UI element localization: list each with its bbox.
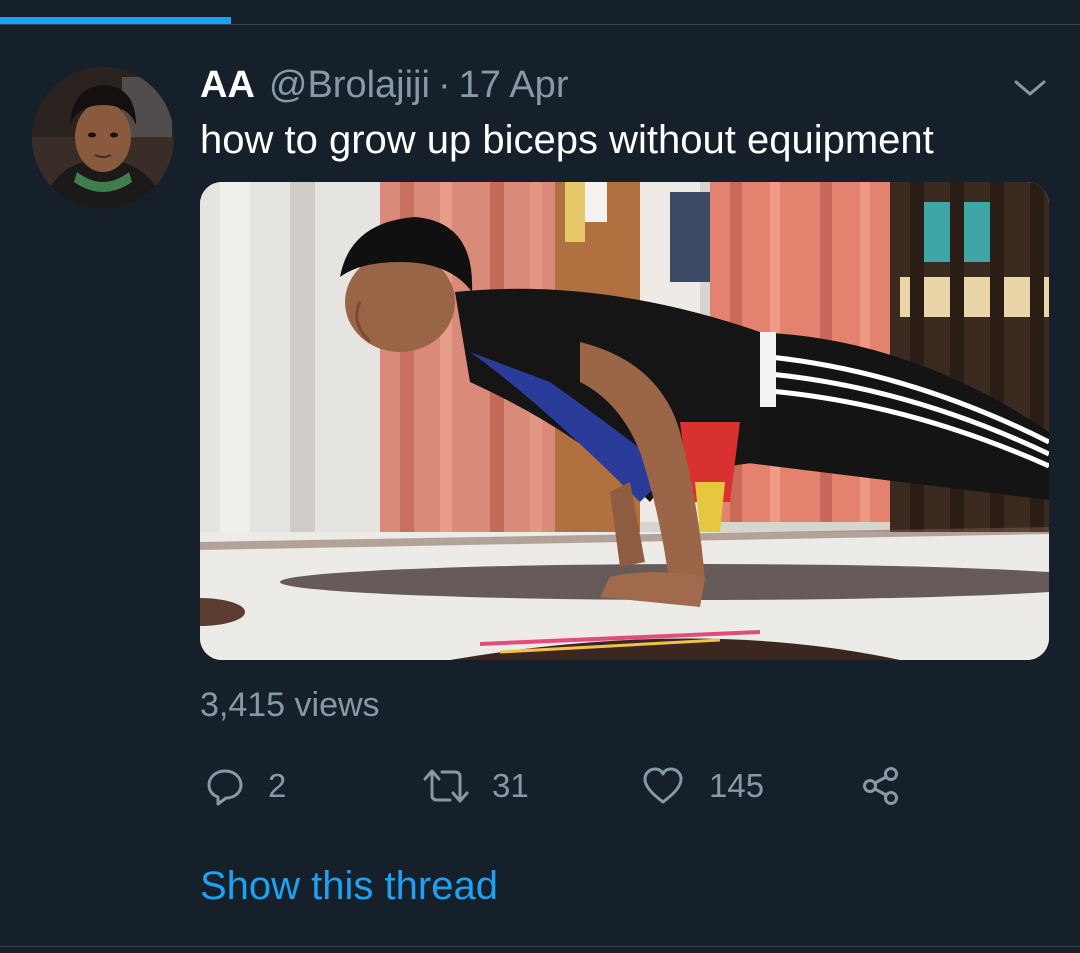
user-handle[interactable]: @Brolajiji xyxy=(269,64,430,107)
view-count: 3,415 views xyxy=(200,686,380,724)
tweet-header: AA @Brolajiji · 17 Apr xyxy=(200,64,568,114)
avatar-image xyxy=(32,67,174,209)
display-name[interactable]: AA xyxy=(200,64,255,107)
tweet[interactable]: AA @Brolajiji · 17 Apr how to grow up bi… xyxy=(0,36,1080,946)
retweet-button[interactable]: 31 xyxy=(422,758,529,814)
reply-button[interactable]: 2 xyxy=(204,758,286,814)
separator-dot: · xyxy=(437,64,451,106)
tweet-text: how to grow up biceps without equipment xyxy=(200,118,934,162)
tweet-actions: 2 31 145 xyxy=(200,758,1060,818)
bottom-divider xyxy=(0,946,1080,947)
tweet-video[interactable] xyxy=(200,182,1049,660)
top-divider xyxy=(0,24,1080,25)
heart-icon xyxy=(641,765,685,807)
video-frame xyxy=(200,182,1049,660)
avatar[interactable] xyxy=(32,67,174,209)
share-icon xyxy=(860,765,902,807)
video-progress-bar[interactable] xyxy=(0,0,1080,30)
retweet-count: 31 xyxy=(492,767,529,804)
video-progress-fill xyxy=(0,17,232,24)
like-count: 145 xyxy=(709,767,765,804)
reply-icon xyxy=(204,765,246,807)
tweet-date[interactable]: 17 Apr xyxy=(459,64,569,107)
like-button[interactable]: 145 xyxy=(641,758,764,814)
retweet-icon xyxy=(422,765,470,807)
share-button[interactable] xyxy=(860,758,902,814)
chevron-down-icon[interactable] xyxy=(1010,74,1050,102)
reply-count: 2 xyxy=(268,767,287,804)
show-thread-link[interactable]: Show this thread xyxy=(200,864,498,909)
